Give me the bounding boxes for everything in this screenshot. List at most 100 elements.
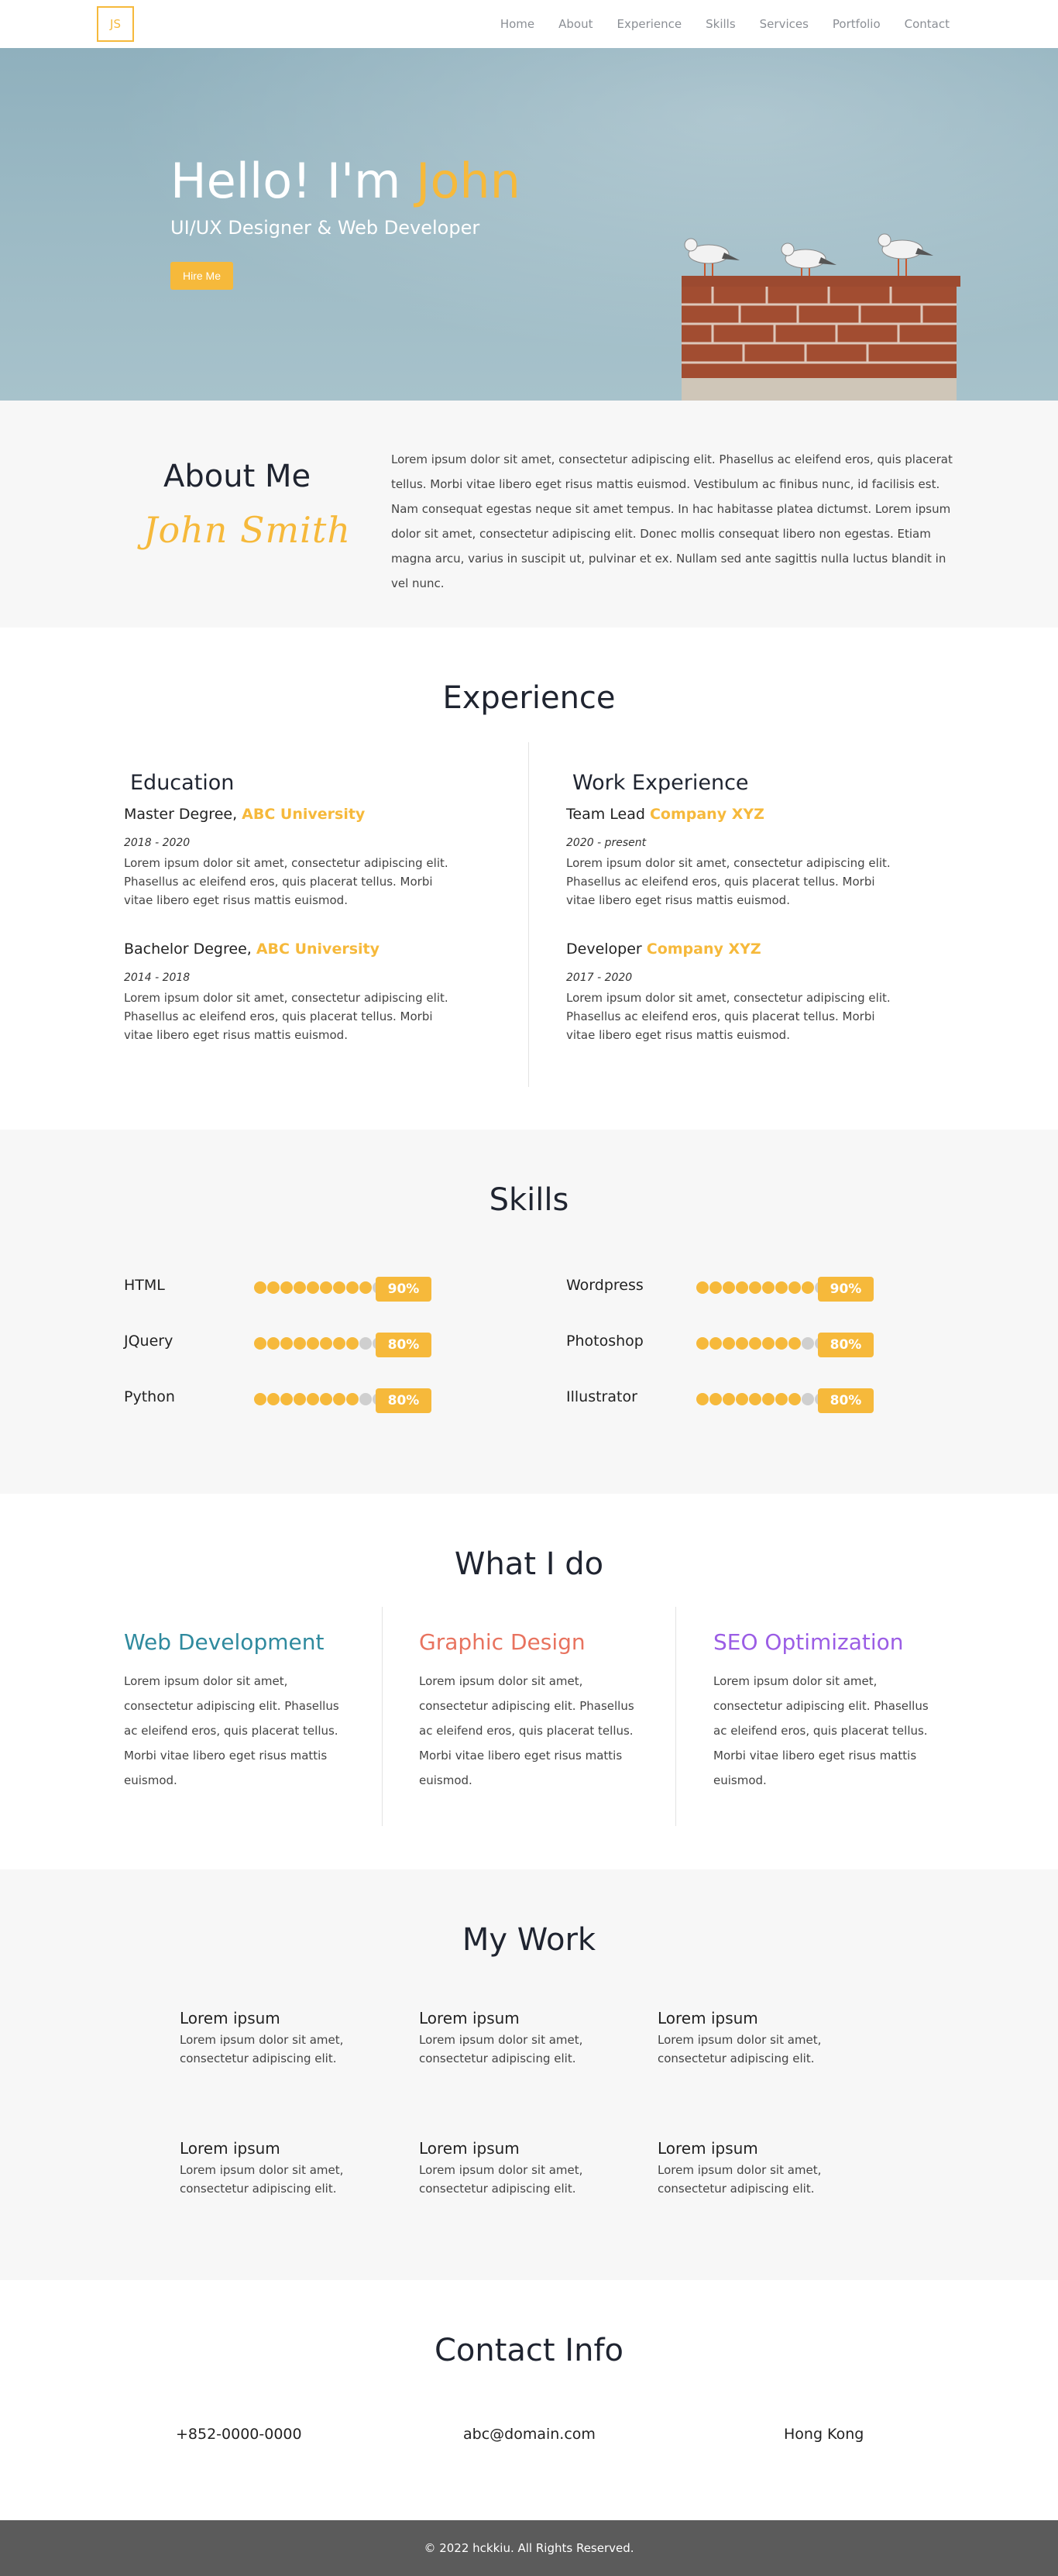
skill-dot — [788, 1337, 801, 1350]
skill-dot — [696, 1337, 709, 1350]
role-date: 2017 - 2020 — [566, 972, 633, 984]
skill-dot — [333, 1337, 345, 1350]
skill-dot — [709, 1281, 722, 1294]
contact-section: Contact Info +852-0000-0000 abc@domain.c… — [0, 2280, 1058, 2520]
hire-me-button[interactable]: Hire Me — [170, 262, 234, 291]
skill-rating — [696, 1281, 827, 1294]
portfolio-item-title: Lorem ipsum — [180, 2009, 280, 2027]
skill-dot — [696, 1393, 709, 1405]
work-role: Team Lead Company XYZ — [566, 806, 907, 823]
skill-dot — [802, 1281, 814, 1294]
skill-dot — [802, 1393, 814, 1405]
education-heading: Education — [130, 771, 235, 795]
education-degree: Master Degree, ABC University — [124, 806, 465, 823]
education-item: Bachelor Degree, ABC University 2014 - 2… — [124, 941, 465, 1044]
role-label: Team Lead — [566, 806, 650, 823]
degree-date: 2014 - 2018 — [124, 972, 191, 984]
portfolio-item-description: Lorem ipsum dolor sit amet, consectetur … — [658, 2163, 822, 2196]
service-card: SEO Optimization Lorem ipsum dolor sit a… — [713, 1629, 930, 1793]
logo[interactable]: JS — [97, 6, 134, 42]
skill-percent-badge: 80% — [376, 1388, 431, 1413]
skill-dot — [294, 1393, 306, 1405]
experience-divider — [528, 742, 529, 1087]
portfolio-title: My Work — [462, 1922, 596, 1958]
nav-services[interactable]: Services — [760, 17, 809, 31]
portfolio-item-title: Lorem ipsum — [658, 2139, 758, 2158]
service-description: Lorem ipsum dolor sit amet, consectetur … — [124, 1674, 339, 1787]
skill-dot — [736, 1337, 748, 1350]
skill-row: JQuery 80% — [124, 1333, 449, 1357]
portfolio-section: My Work Lorem ipsum Lorem ipsum dolor si… — [0, 1869, 1058, 2280]
hero-text: Hello! I'm John UI/UX Designer & Web Dev… — [170, 153, 520, 291]
about-signature: John Smith — [143, 509, 351, 551]
portfolio-item[interactable]: Lorem ipsum Lorem ipsum dolor sit amet, … — [180, 2139, 404, 2198]
role-company: Company XYZ — [649, 806, 764, 823]
skill-rating — [254, 1393, 385, 1405]
skill-name: Python — [124, 1388, 175, 1405]
footer: © 2022 hckkiu. All Rights Reserved. — [0, 2520, 1058, 2576]
skill-dot — [359, 1337, 372, 1350]
portfolio-item[interactable]: Lorem ipsum Lorem ipsum dolor sit amet, … — [180, 2009, 404, 2068]
skill-dot — [736, 1393, 748, 1405]
portfolio-item-description: Lorem ipsum dolor sit amet, consectetur … — [419, 2033, 583, 2065]
degree-description: Lorem ipsum dolor sit amet, consectetur … — [124, 856, 448, 907]
degree-label: Bachelor Degree, — [124, 941, 256, 958]
hero-name: John — [416, 153, 520, 209]
portfolio-item[interactable]: Lorem ipsum Lorem ipsum dolor sit amet, … — [658, 2139, 882, 2198]
skill-dot — [346, 1337, 359, 1350]
skill-dot — [359, 1393, 372, 1405]
work-item: Developer Company XYZ 2017 - 2020 Lorem … — [566, 941, 907, 1044]
role-label: Developer — [566, 941, 647, 958]
skill-dot — [775, 1393, 788, 1405]
skill-dot — [267, 1281, 280, 1294]
skill-dot — [762, 1393, 775, 1405]
nav-experience[interactable]: Experience — [617, 17, 682, 31]
portfolio-item-title: Lorem ipsum — [180, 2139, 280, 2158]
service-title: Web Development — [124, 1629, 325, 1655]
nav-about[interactable]: About — [558, 17, 593, 31]
skill-rating — [254, 1337, 385, 1350]
services-divider — [382, 1607, 383, 1826]
portfolio-item-description: Lorem ipsum dolor sit amet, consectetur … — [180, 2033, 344, 2065]
service-card: Web Development Lorem ipsum dolor sit am… — [124, 1629, 341, 1793]
skill-rating — [696, 1337, 827, 1350]
skill-dot — [333, 1281, 345, 1294]
work-column: Work Experience Team Lead Company XYZ 20… — [566, 771, 907, 1075]
skill-dot — [788, 1281, 801, 1294]
contact-email[interactable]: abc@domain.com — [463, 2426, 596, 2443]
skill-name: Illustrator — [566, 1388, 637, 1405]
skill-dot — [749, 1393, 761, 1405]
skill-dot — [320, 1281, 332, 1294]
about-text: Lorem ipsum dolor sit amet, consectetur … — [391, 452, 953, 590]
nav-contact[interactable]: Contact — [905, 17, 950, 31]
service-description: Lorem ipsum dolor sit amet, consectetur … — [713, 1674, 929, 1787]
hero-subtitle: UI/UX Designer & Web Developer — [170, 217, 480, 239]
nav-menu: Home About Experience Skills Services Po… — [476, 0, 950, 48]
portfolio-item-title: Lorem ipsum — [419, 2139, 520, 2158]
skill-dot — [267, 1393, 280, 1405]
role-company: Company XYZ — [646, 941, 761, 958]
skill-dot — [723, 1337, 735, 1350]
skill-dot — [307, 1393, 319, 1405]
education-column: Education Master Degree, ABC University … — [124, 771, 465, 1075]
skill-dot — [359, 1281, 372, 1294]
hero-section: Hello! I'm John UI/UX Designer & Web Dev… — [0, 48, 1058, 401]
skill-percent-badge: 90% — [818, 1277, 874, 1302]
portfolio-item-description: Lorem ipsum dolor sit amet, consectetur … — [419, 2163, 583, 2196]
nav-skills[interactable]: Skills — [706, 17, 736, 31]
footer-copyright: © 2022 hckkiu. All Rights Reserved. — [424, 2541, 634, 2555]
portfolio-item-title: Lorem ipsum — [419, 2009, 520, 2027]
portfolio-item[interactable]: Lorem ipsum Lorem ipsum dolor sit amet, … — [419, 2139, 644, 2198]
skill-dot — [320, 1393, 332, 1405]
portfolio-item[interactable]: Lorem ipsum Lorem ipsum dolor sit amet, … — [419, 2009, 644, 2068]
nav-home[interactable]: Home — [500, 17, 534, 31]
chimney-with-seagulls-image — [682, 233, 960, 401]
service-title: Graphic Design — [419, 1629, 586, 1655]
navbar: JS Home About Experience Skills Services… — [0, 0, 1058, 48]
portfolio-item[interactable]: Lorem ipsum Lorem ipsum dolor sit amet, … — [658, 2009, 882, 2068]
skill-rating — [254, 1281, 385, 1294]
contact-phone[interactable]: +852-0000-0000 — [176, 2426, 302, 2443]
service-title: SEO Optimization — [713, 1629, 904, 1655]
skill-dot — [736, 1281, 748, 1294]
nav-portfolio[interactable]: Portfolio — [833, 17, 881, 31]
